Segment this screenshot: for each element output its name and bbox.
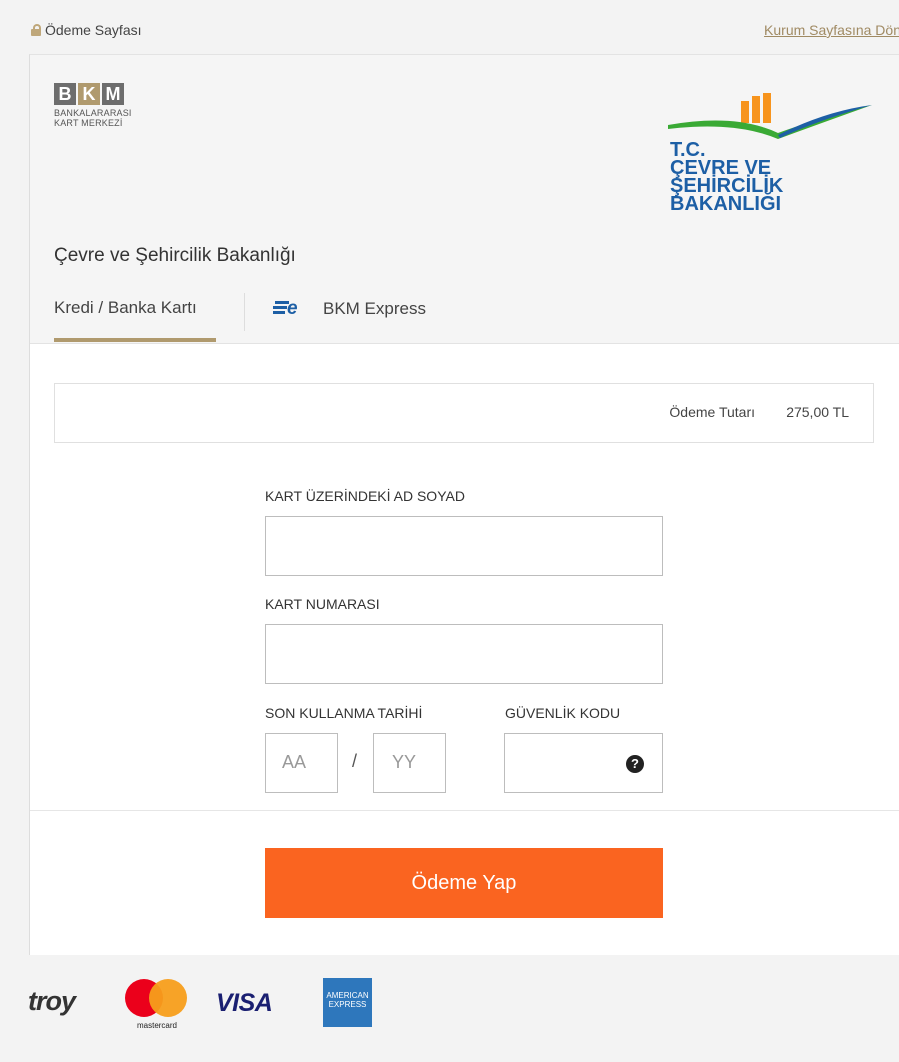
payment-header: B K M BANKALARARASI KART MERKEZİ T.C. ÇE…: [30, 55, 899, 344]
amex-logo-line1: AMERICAN: [326, 991, 369, 1000]
expiry-year-input[interactable]: YY: [373, 733, 446, 793]
back-to-merchant-link[interactable]: Kurum Sayfasına Dön: [764, 22, 899, 38]
card-number-input[interactable]: [265, 624, 663, 684]
lock-icon: [31, 24, 41, 36]
expiry-separator: /: [352, 751, 358, 771]
expiry-month-placeholder: AA: [282, 752, 307, 772]
tab-bkm-express[interactable]: e BKM Express: [271, 298, 426, 319]
bkm-logo-line2: KART MERKEZİ: [54, 118, 123, 128]
amex-logo-line2: EXPRESS: [328, 1000, 367, 1009]
mastercard-logo-text: mastercard: [136, 1021, 177, 1030]
question-circle-icon[interactable]: ?: [626, 755, 644, 773]
ministry-logo-line2: ÇEVRE VE ŞEHİRCİLİK: [670, 157, 784, 197]
bkm-logo-letter-k: K: [78, 83, 100, 105]
expiry-month-input[interactable]: AA: [265, 733, 338, 793]
bkm-express-icon: e: [271, 298, 298, 319]
payment-card: B K M BANKALARARASI KART MERKEZİ T.C. ÇE…: [29, 54, 899, 955]
svg-text:e: e: [287, 298, 298, 316]
bkm-logo-letter-m: M: [102, 83, 124, 105]
card-holder-input[interactable]: [265, 516, 663, 576]
troy-logo: troy: [28, 986, 76, 1016]
page-label: Ödeme Sayfası: [45, 22, 142, 38]
bkm-logo-line1: BANKALARARASI: [54, 108, 132, 118]
tab-bkm-express-label: BKM Express: [323, 299, 426, 318]
tab-credit-card-label: Kredi / Banka Kartı: [54, 298, 197, 317]
cvv-input[interactable]: ?: [504, 733, 663, 793]
cvv-label: GÜVENLİK KODU: [505, 705, 621, 721]
ministry-logo-line3: BAKANLIĞI: [670, 193, 782, 215]
ministry-logo: T.C. ÇEVRE VE ŞEHİRCİLİK BAKANLIĞI: [666, 91, 876, 221]
card-holder-label: KART ÜZERİNDEKİ AD SOYAD: [265, 488, 465, 504]
form-divider: [30, 810, 899, 811]
tab-credit-card[interactable]: Kredi / Banka Kartı: [54, 298, 197, 318]
bkm-logo: B K M BANKALARARASI KART MERKEZİ: [54, 83, 132, 128]
amex-logo: AMERICAN EXPRESS: [323, 978, 372, 1027]
expiry-label: SON KULLANMA TARİHİ: [265, 705, 423, 721]
active-tab-indicator: [54, 338, 216, 342]
top-bar: Ödeme Sayfası Kurum Sayfasına Dön: [0, 0, 899, 54]
pay-button[interactable]: Ödeme Yap: [265, 848, 663, 918]
amount-summary: Ödeme Tutarı 275,00 TL: [54, 383, 874, 443]
amount-label: Ödeme Tutarı: [669, 404, 755, 420]
merchant-name: Çevre ve Şehircilik Bakanlığı: [54, 245, 296, 266]
card-brands: troy mastercard VISA AMERICAN EXPRESS: [0, 975, 899, 1035]
visa-logo: VISA: [216, 989, 273, 1017]
tab-separator: [244, 293, 245, 331]
card-number-label: KART NUMARASI: [265, 596, 380, 612]
mastercard-logo: mastercard: [125, 979, 189, 1031]
ministry-emblem-icon: [668, 93, 872, 139]
amount-value: 275,00 TL: [786, 404, 849, 420]
expiry-year-placeholder: YY: [392, 752, 417, 772]
bkm-logo-letter-b: B: [54, 83, 76, 105]
